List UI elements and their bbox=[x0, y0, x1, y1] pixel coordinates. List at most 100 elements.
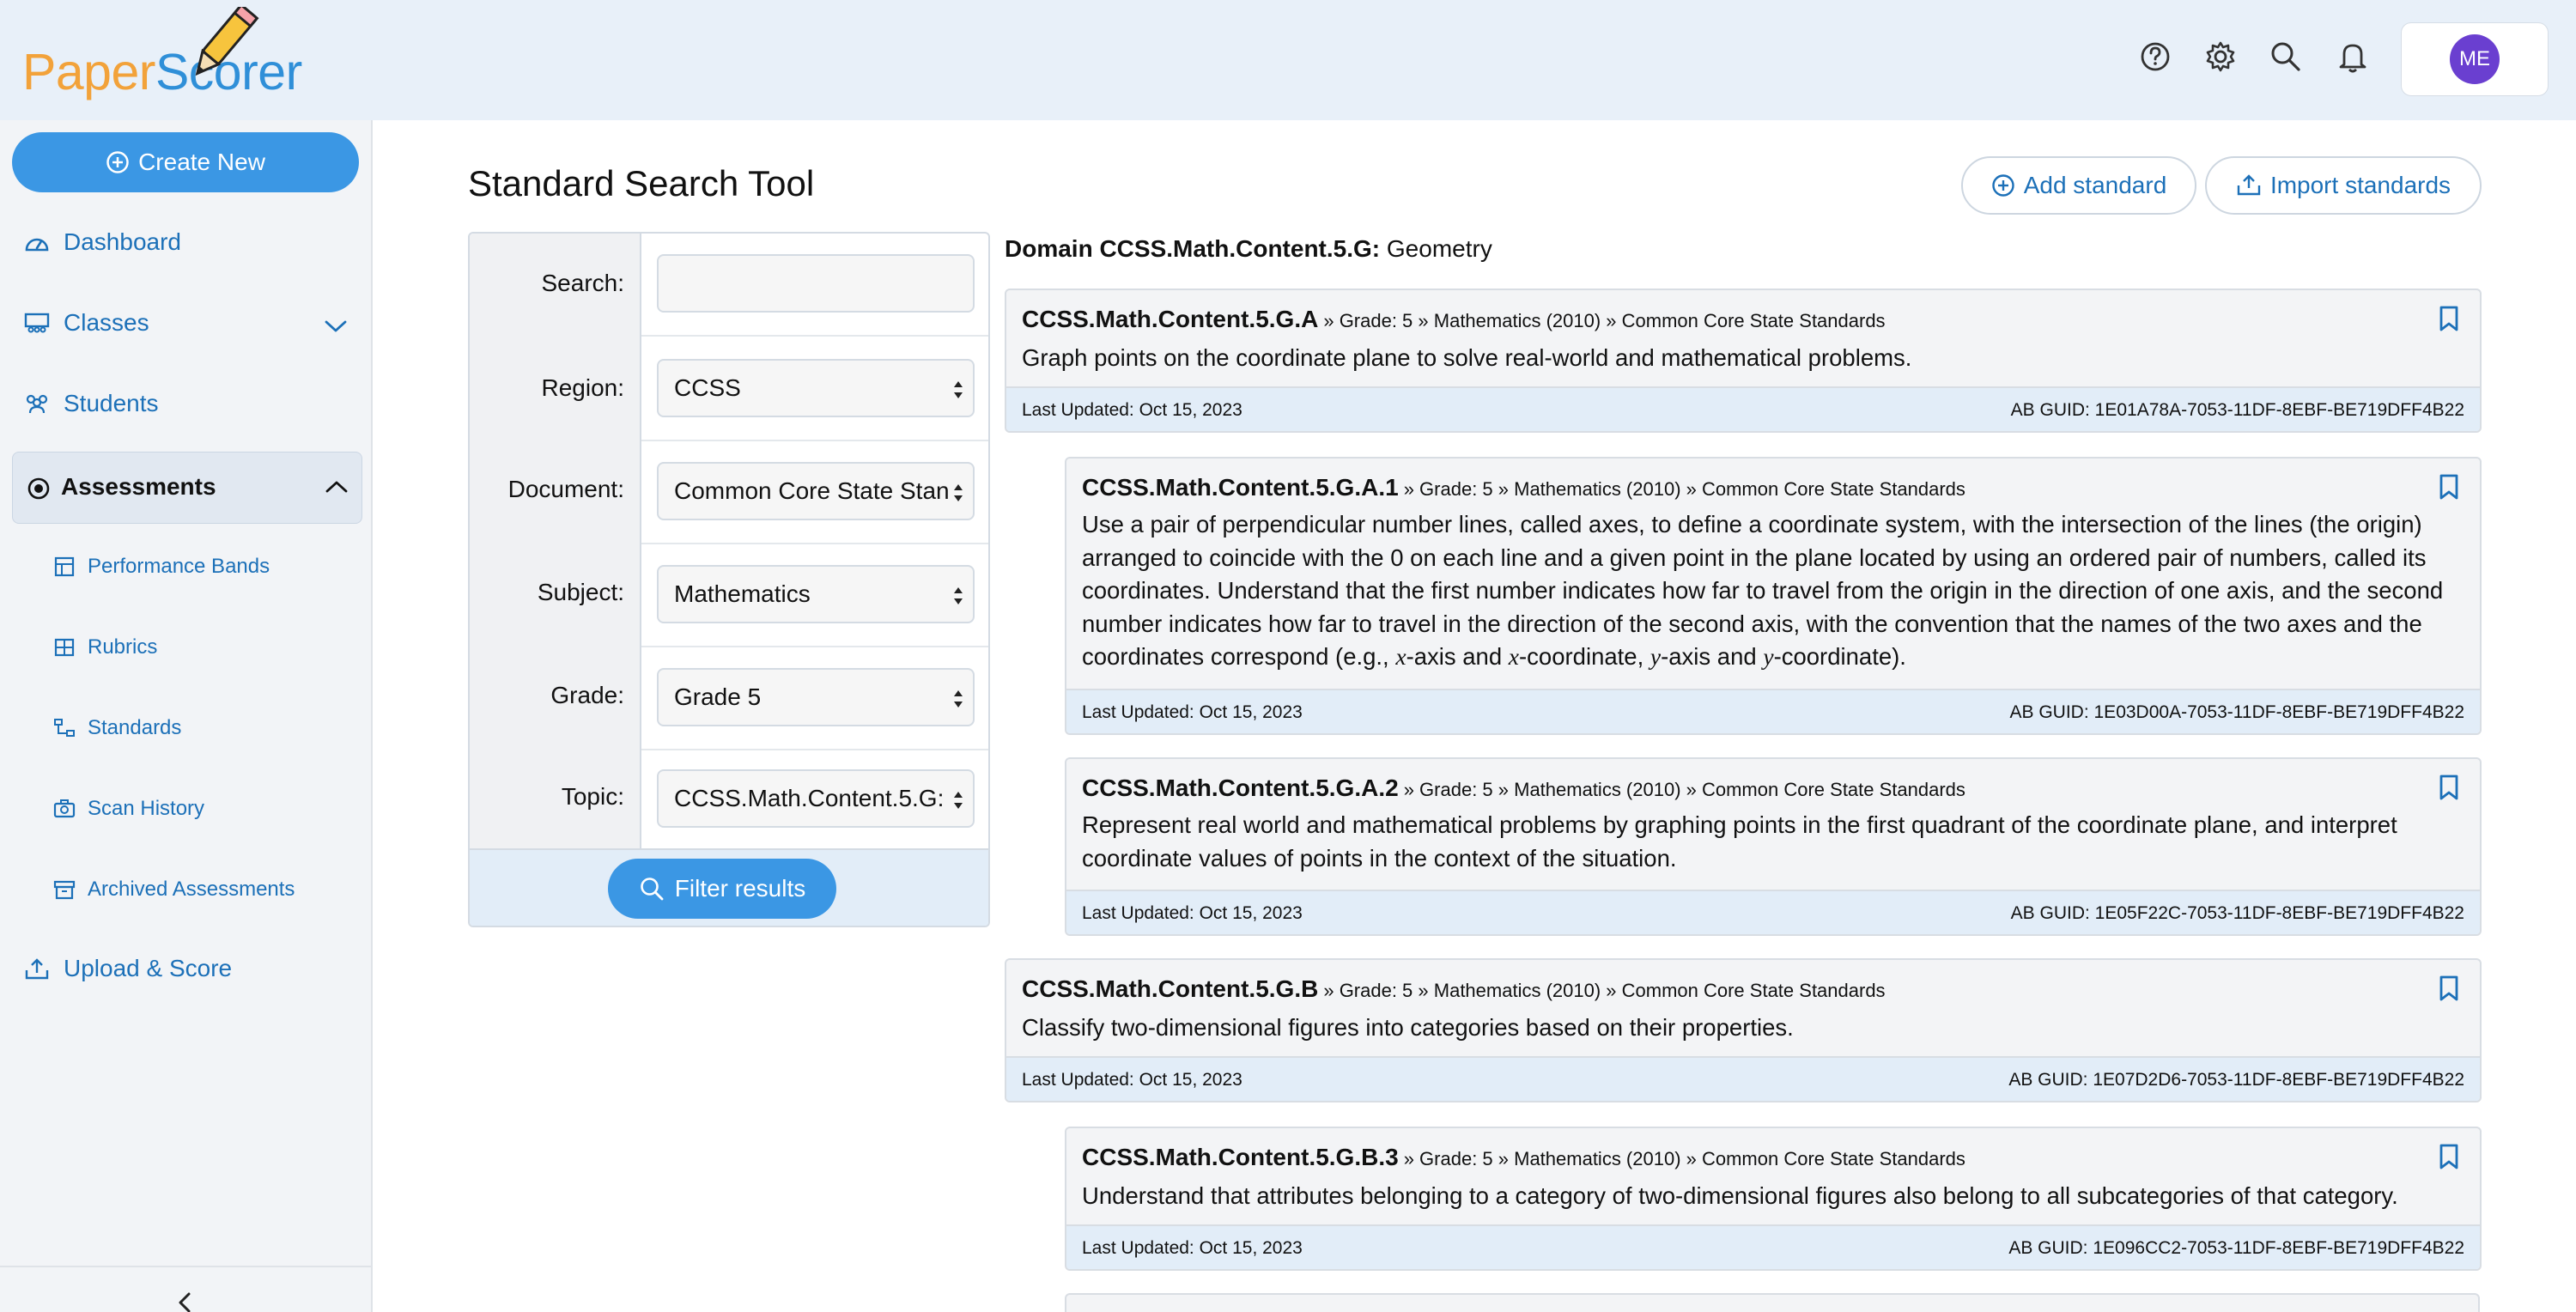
bookmark-icon[interactable] bbox=[2439, 306, 2459, 331]
filter-separator bbox=[641, 335, 988, 337]
region-select[interactable]: CCSS bbox=[657, 359, 975, 417]
add-standard-label: Add standard bbox=[2023, 172, 2167, 198]
standard-code[interactable]: CCSS.Math.Content.5.G.B bbox=[1022, 975, 1318, 1002]
create-new-label: Create New bbox=[138, 149, 265, 175]
collapse-sidebar-icon[interactable] bbox=[172, 1290, 197, 1312]
user-menu[interactable]: ME bbox=[2401, 22, 2549, 96]
chevron-up-icon bbox=[325, 481, 348, 493]
add-standard-button[interactable]: Add standard bbox=[1961, 156, 2196, 215]
performance-bands-icon bbox=[54, 556, 75, 577]
settings-icon[interactable] bbox=[2202, 38, 2239, 76]
standard-code[interactable]: CCSS.Math.Content.5.G.A.2 bbox=[1082, 774, 1399, 801]
filter-results-label: Filter results bbox=[674, 875, 806, 902]
bookmark-icon[interactable] bbox=[2439, 1144, 2459, 1169]
standard-card: CCSS.Math.Content.5.G.A» Grade: 5 » Math… bbox=[1005, 289, 2482, 433]
standard-meta: » Grade: 5 » Mathematics (2010) » Common… bbox=[1323, 980, 1886, 1001]
page-title: Standard Search Tool bbox=[468, 163, 815, 203]
standard-card-partial bbox=[1065, 1293, 2480, 1312]
bookmark-icon[interactable] bbox=[2439, 474, 2459, 500]
create-new-button[interactable]: Create New bbox=[12, 132, 359, 192]
avatar: ME bbox=[2450, 34, 2500, 84]
sidebar-item-label: Students bbox=[64, 390, 159, 416]
bookmark-icon[interactable] bbox=[2439, 774, 2459, 800]
standard-description: Understand that attributes belonging to … bbox=[1082, 1182, 2398, 1209]
select-arrows-icon bbox=[954, 690, 963, 708]
last-updated: Last Updated: Oct 15, 2023 bbox=[1022, 1070, 1242, 1090]
standard-card: CCSS.Math.Content.5.G.A.1» Grade: 5 » Ma… bbox=[1065, 457, 2482, 735]
sidebar-item-label: Standards bbox=[88, 716, 182, 739]
sidebar-item-classes[interactable]: Classes bbox=[24, 309, 149, 337]
archive-icon bbox=[53, 880, 76, 900]
standard-description: Represent real world and mathematical pr… bbox=[1082, 811, 2397, 872]
standard-card: CCSS.Math.Content.5.G.B.3» Grade: 5 » Ma… bbox=[1065, 1127, 2482, 1271]
chevron-down-icon[interactable] bbox=[323, 318, 349, 335]
last-updated: Last Updated: Oct 15, 2023 bbox=[1082, 1238, 1303, 1258]
document-label: Document: bbox=[507, 476, 624, 502]
classroom-icon bbox=[24, 313, 50, 333]
topic-select[interactable]: CCSS.Math.Content.5.G: bbox=[657, 769, 975, 828]
sidebar-item-label: Rubrics bbox=[88, 635, 158, 659]
sidebar-item-label: Assessments bbox=[61, 473, 216, 500]
standard-meta: » Grade: 5 » Mathematics (2010) » Common… bbox=[1403, 478, 1965, 500]
import-icon bbox=[2237, 174, 2261, 196]
last-updated: Last Updated: Oct 15, 2023 bbox=[1082, 702, 1303, 722]
ab-guid: AB GUID: 1E03D00A-7053-11DF-8EBF-BE719DF… bbox=[2009, 702, 2464, 722]
domain-name: Geometry bbox=[1386, 235, 1492, 262]
standard-description: Classify two-dimensional figures into ca… bbox=[1022, 1014, 1794, 1041]
standard-code[interactable]: CCSS.Math.Content.5.G.A bbox=[1022, 306, 1318, 332]
sidebar-item-dashboard[interactable]: Dashboard bbox=[24, 228, 181, 256]
import-standards-button[interactable]: Import standards bbox=[2205, 156, 2482, 215]
subject-label: Subject: bbox=[537, 579, 624, 605]
sidebar-item-label: Scan History bbox=[88, 797, 205, 820]
last-updated: Last Updated: Oct 15, 2023 bbox=[1082, 903, 1303, 923]
standard-meta: » Grade: 5 » Mathematics (2010) » Common… bbox=[1403, 1148, 1965, 1169]
pencil-icon bbox=[195, 7, 259, 76]
paperscorer-logo[interactable]: PaperScorer bbox=[19, 7, 311, 110]
region-value: CCSS bbox=[674, 374, 741, 401]
document-value: Common Core State Stan bbox=[674, 477, 950, 504]
select-arrows-icon bbox=[954, 484, 963, 501]
filter-results-button[interactable]: Filter results bbox=[608, 859, 836, 919]
camera-icon bbox=[53, 799, 76, 818]
standard-card: CCSS.Math.Content.5.G.B» Grade: 5 » Math… bbox=[1005, 958, 2482, 1102]
bookmark-icon[interactable] bbox=[2439, 975, 2459, 1001]
card-footer: Last Updated: Oct 15, 2023 AB GUID: 1E03… bbox=[1066, 689, 2480, 733]
sidebar-item-scan-history[interactable]: Scan History bbox=[53, 797, 204, 821]
card-footer: Last Updated: Oct 15, 2023 AB GUID: 1E07… bbox=[1006, 1056, 2480, 1101]
standard-meta: » Grade: 5 » Mathematics (2010) » Common… bbox=[1403, 779, 1965, 800]
card-footer: Last Updated: Oct 15, 2023 AB GUID: 1E01… bbox=[1006, 386, 2480, 431]
search-icon[interactable] bbox=[2267, 38, 2305, 76]
filter-footer: Filter results bbox=[470, 848, 988, 926]
filter-labels-column bbox=[470, 234, 641, 848]
filter-separator bbox=[641, 440, 988, 441]
card-footer: Last Updated: Oct 15, 2023 AB GUID: 1E09… bbox=[1066, 1224, 2480, 1269]
plus-circle-icon bbox=[106, 151, 129, 173]
sidebar-item-assessments[interactable]: Assessments bbox=[12, 452, 362, 524]
ab-guid: AB GUID: 1E096CC2-7053-11DF-8EBF-BE719DF… bbox=[2008, 1238, 2464, 1258]
sidebar-item-standards[interactable]: Standards bbox=[53, 716, 181, 740]
sidebar-item-performance-bands[interactable]: Performance Bands bbox=[53, 555, 270, 579]
filter-separator bbox=[641, 646, 988, 647]
subject-select[interactable]: Mathematics bbox=[657, 565, 975, 623]
document-select[interactable]: Common Core State Stan bbox=[657, 462, 975, 520]
card-footer: Last Updated: Oct 15, 2023 AB GUID: 1E05… bbox=[1066, 890, 2480, 934]
top-bar: PaperScorer ME bbox=[0, 0, 2576, 120]
ab-guid: AB GUID: 1E01A78A-7053-11DF-8EBF-BE719DF… bbox=[2010, 400, 2464, 420]
standard-meta: » Grade: 5 » Mathematics (2010) » Common… bbox=[1323, 310, 1886, 331]
sidebar-item-students[interactable]: Students bbox=[24, 390, 159, 417]
standard-code[interactable]: CCSS.Math.Content.5.G.B.3 bbox=[1082, 1144, 1399, 1170]
sidebar-item-archived-assessments[interactable]: Archived Assessments bbox=[53, 878, 295, 902]
sidebar-item-label: Upload & Score bbox=[64, 955, 233, 981]
standard-code[interactable]: CCSS.Math.Content.5.G.A.1 bbox=[1082, 474, 1399, 501]
help-icon[interactable] bbox=[2136, 38, 2174, 76]
sidebar-item-label: Dashboard bbox=[64, 228, 181, 255]
sidebar-item-rubrics[interactable]: Rubrics bbox=[53, 635, 157, 659]
filter-panel: Search: Region: CCSS Document: Common Co… bbox=[468, 232, 990, 927]
bell-icon[interactable] bbox=[2334, 38, 2372, 76]
target-icon bbox=[27, 477, 50, 500]
domain-heading: Domain CCSS.Math.Content.5.G: Geometry bbox=[1005, 235, 1492, 263]
select-arrows-icon bbox=[954, 792, 963, 809]
grade-select[interactable]: Grade 5 bbox=[657, 668, 975, 726]
search-input[interactable] bbox=[657, 254, 975, 313]
sidebar-item-upload-score[interactable]: Upload & Score bbox=[24, 955, 232, 982]
